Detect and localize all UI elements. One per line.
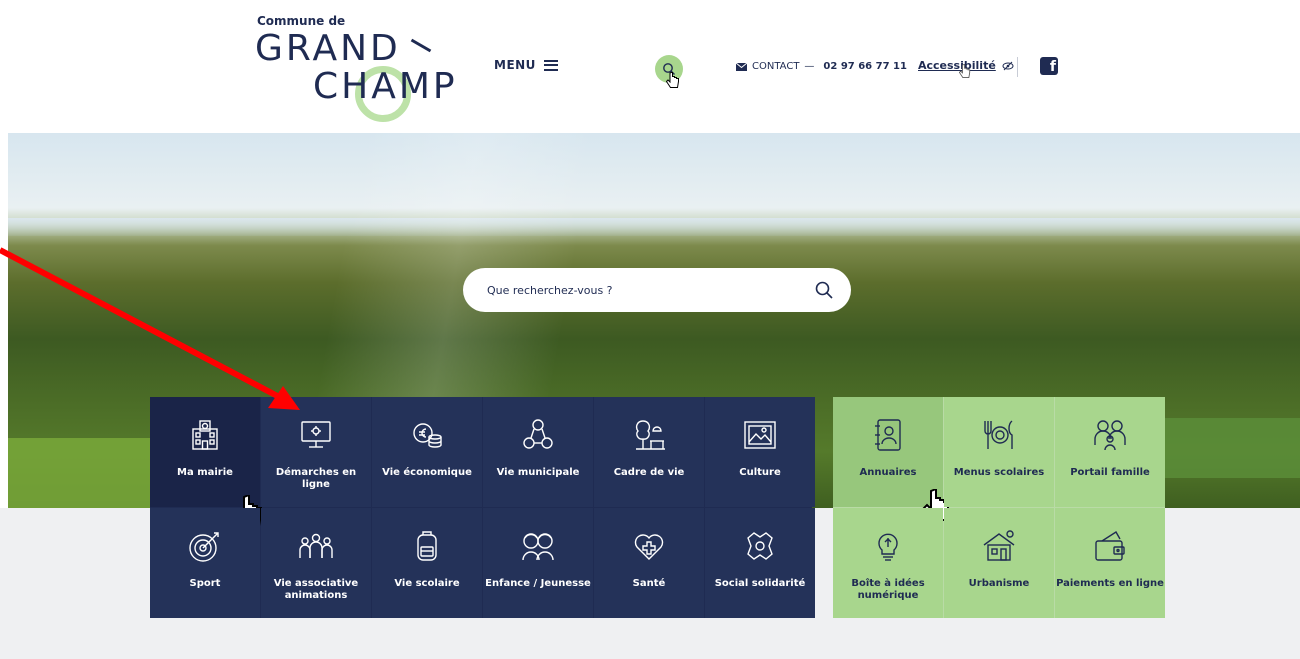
search-icon[interactable] — [815, 281, 833, 299]
mail-icon — [736, 62, 747, 71]
tile-label: Enfance / Jeunesse — [485, 578, 591, 589]
accessibility-label: Accessibilité — [918, 59, 996, 72]
tile-label: Menus scolaires — [953, 467, 1045, 478]
tile-label: Annuaires — [859, 467, 917, 478]
facebook-icon[interactable]: f — [1040, 57, 1058, 75]
tile-sport[interactable]: Sport — [150, 508, 260, 618]
wallet-icon — [1095, 531, 1125, 561]
hands-icon — [747, 532, 773, 560]
tile-demarches-en-ligne[interactable]: Démarches en ligne — [261, 397, 371, 507]
contact-link[interactable]: CONTACT — 02 97 66 77 11 — [736, 61, 907, 72]
tile-vie-associative[interactable]: Vie associative animations — [261, 508, 371, 618]
tile-vie-economique[interactable]: Vie économique — [372, 397, 482, 507]
group-icon — [299, 533, 333, 558]
hand-cursor-icon — [666, 72, 679, 88]
tile-label: Sport — [189, 578, 221, 589]
hero-search-input[interactable] — [485, 282, 789, 298]
tile-label: Culture — [739, 467, 781, 478]
tile-social-solidarite[interactable]: Social solidarité — [705, 508, 815, 618]
hero-search-bar[interactable] — [463, 268, 851, 312]
tile-label: Santé — [632, 578, 666, 589]
tree-icon — [635, 420, 665, 450]
tile-menus-scolaires[interactable]: Menus scolaires — [944, 397, 1054, 507]
tile-label: Vie municipale — [496, 467, 580, 478]
tile-label: Vie économique — [382, 467, 472, 478]
hand-cursor-icon — [959, 64, 971, 78]
tile-label: Portail famille — [1070, 467, 1150, 478]
tile-paiements-en-ligne[interactable]: Paiements en ligne — [1055, 508, 1165, 618]
hamburger-icon — [543, 59, 558, 71]
tile-label: Vie associative animations — [273, 578, 359, 601]
menu-button[interactable]: MENU — [494, 58, 558, 72]
facebook-glyph: f — [1049, 59, 1056, 75]
tile-enfance-jeunesse[interactable]: Enfance / Jeunesse — [483, 508, 593, 618]
coins-icon — [413, 423, 442, 448]
tile-vie-scolaire[interactable]: Vie scolaire — [372, 508, 482, 618]
directory-icon — [875, 419, 901, 451]
site-header: Commune de GRAND CHAMP MENU CONTACT — 02… — [0, 0, 1300, 132]
tile-urbanisme[interactable]: Urbanisme — [944, 508, 1054, 618]
contact-label: CONTACT — [752, 61, 800, 72]
tile-boite-a-idees[interactable]: Boîte à idées numérique — [833, 508, 943, 618]
tile-label: Cadre de vie — [613, 467, 685, 478]
computer-icon — [301, 421, 331, 448]
hero-field — [1160, 418, 1300, 478]
logo-line-2: CHAMP — [313, 66, 458, 107]
logo-subtitle: Commune de — [257, 14, 346, 28]
lightbulb-icon — [878, 533, 898, 561]
town-hall-icon — [192, 420, 218, 450]
painting-icon — [744, 421, 776, 449]
house-icon — [983, 530, 1015, 561]
tile-annuaires[interactable]: Annuaires — [833, 397, 949, 521]
tile-vie-municipale[interactable]: Vie municipale — [483, 397, 593, 507]
tile-label: Ma mairie — [177, 467, 233, 478]
tile-cadre-de-vie[interactable]: Cadre de vie — [594, 397, 704, 507]
menu-label: MENU — [494, 58, 536, 72]
family-icon — [1094, 420, 1126, 451]
logo-line-1: GRAND — [255, 28, 401, 69]
tile-label: Urbanisme — [968, 578, 1030, 589]
site-logo[interactable]: Commune de GRAND CHAMP — [255, 14, 470, 124]
contact-separator: — — [804, 61, 815, 72]
header-divider — [1017, 57, 1018, 77]
services-grid: Annuaires Menus scolaires Portail famill… — [833, 397, 1165, 618]
tile-label: Vie scolaire — [394, 578, 460, 589]
tile-label: Boîte à idées numérique — [851, 578, 925, 601]
phone-number[interactable]: 02 97 66 77 11 — [823, 61, 907, 72]
tile-culture[interactable]: Culture — [705, 397, 815, 507]
target-icon — [189, 532, 219, 562]
people-network-icon — [523, 419, 553, 449]
quick-access-grid: Ma mairie Démarches en ligne Vie économi… — [150, 397, 815, 618]
tile-label: Paiements en ligne — [1056, 578, 1164, 589]
eye-slash-icon — [1002, 61, 1014, 70]
children-icon — [522, 533, 554, 561]
heart-cross-icon — [634, 534, 664, 560]
tile-label: Social solidarité — [714, 578, 806, 589]
logo-accent — [410, 38, 432, 53]
tile-sante[interactable]: Santé — [594, 508, 704, 618]
tile-ma-mairie[interactable]: Ma mairie — [150, 397, 262, 527]
hero-field — [8, 438, 168, 508]
backpack-icon — [417, 531, 437, 561]
tile-portail-famille[interactable]: Portail famille — [1055, 397, 1165, 507]
tile-label: Démarches en ligne — [275, 467, 357, 490]
cutlery-icon — [984, 420, 1013, 449]
